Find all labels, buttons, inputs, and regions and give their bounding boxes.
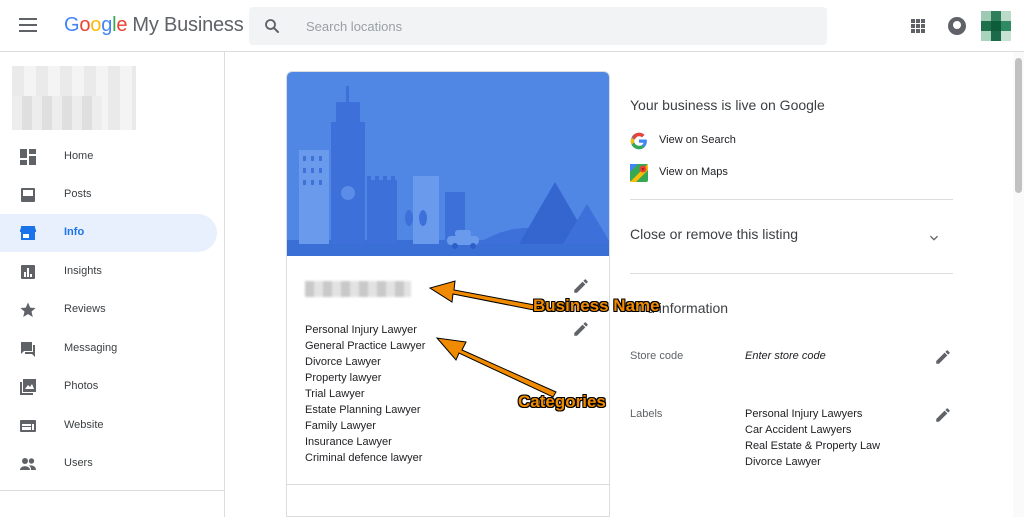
view-on-maps-link[interactable]: View on Maps [630, 163, 760, 183]
sidebar-item-messaging[interactable]: Messaging [0, 330, 217, 368]
category-item: General Practice Lawyer [305, 340, 426, 352]
store-code-label: Store code [630, 350, 684, 362]
sidebar-item-info[interactable]: Info [0, 214, 217, 252]
view-on-search-label: View on Search [659, 134, 736, 146]
close-or-remove-listing[interactable]: Close or remove this listing [630, 226, 798, 242]
category-item: Divorce Lawyer [305, 356, 381, 368]
sidebar-item-label: Website [64, 419, 104, 431]
label-item: Car Accident Lawyers [745, 424, 852, 436]
sidebar-item-photos[interactable]: Photos [0, 368, 217, 406]
sidebar-item-insights[interactable]: Insights [0, 253, 217, 291]
sidebar-item-reviews[interactable]: Reviews [0, 291, 217, 329]
business-profile-card: Personal Injury Lawyer General Practice … [286, 71, 610, 517]
sidebar-divider [0, 490, 224, 491]
sidebar-item-label: Home [64, 150, 94, 162]
people-icon [20, 458, 36, 470]
page-scrollbar[interactable] [1013, 52, 1024, 517]
sidebar-item-home[interactable]: Home [0, 138, 217, 176]
category-item: Property lawyer [305, 372, 382, 384]
category-item: Trial Lawyer [305, 388, 365, 400]
sidebar-item-label: Insights [64, 265, 102, 277]
star-icon [20, 302, 36, 317]
label-item: Real Estate & Property Law [745, 440, 881, 452]
labels-label: Labels [630, 408, 663, 420]
sidebar-item-label: Users [64, 457, 93, 469]
sidebar-item-label: Messaging [64, 342, 118, 354]
category-item: Family Lawyer [305, 420, 376, 432]
edit-store-code-pencil-icon[interactable] [934, 348, 952, 366]
sidebar: Home Posts Info Insights Reviews Messagi… [0, 52, 225, 517]
sidebar-item-label: Photos [64, 380, 99, 392]
search-icon [265, 19, 279, 33]
posts-icon [21, 188, 35, 202]
google-my-business-logo[interactable]: Google My Business [64, 14, 244, 37]
sidebar-item-label: Info [64, 226, 85, 238]
edit-labels-pencil-icon[interactable] [934, 406, 952, 424]
label-item: Personal Injury Lawyers [745, 408, 863, 420]
sidebar-item-label: Posts [64, 188, 92, 200]
label-item: Divorce Lawyer [745, 456, 821, 468]
google-maps-icon [630, 164, 648, 182]
blurred-business-name [305, 281, 411, 297]
notifications-icon[interactable] [948, 17, 966, 35]
business-name-annotation: Business Name [533, 296, 660, 315]
edit-categories-pencil-icon[interactable] [572, 320, 590, 338]
chat-icon [21, 342, 35, 357]
business-live-title: Your business is live on Google [630, 97, 825, 113]
blurred-business-info [12, 66, 136, 130]
section-divider [630, 273, 953, 274]
card-divider [287, 484, 609, 485]
hero-city-illustration [287, 72, 609, 256]
business-categories-list[interactable]: Personal Injury Lawyer General Practice … [305, 322, 425, 466]
category-item: Estate Planning Lawyer [305, 404, 421, 416]
top-app-bar: Google My Business [0, 0, 1024, 52]
product-name: My Business [132, 14, 244, 36]
category-item: Personal Injury Lawyer [305, 324, 417, 336]
search-input[interactable] [306, 7, 806, 45]
edit-business-name-pencil-icon[interactable] [572, 277, 590, 295]
bar-chart-icon [21, 265, 35, 279]
category-item: Criminal defence lawyer [305, 452, 423, 464]
photo-icon [20, 379, 36, 395]
menu-icon[interactable] [19, 18, 37, 32]
section-divider [630, 199, 953, 200]
web-icon [20, 420, 36, 432]
chevron-down-icon[interactable] [926, 230, 942, 246]
apps-grid-icon[interactable] [911, 19, 925, 33]
sidebar-item-users[interactable]: Users [0, 445, 217, 483]
view-on-search-link[interactable]: View on Search [630, 131, 760, 151]
dashboard-icon [20, 149, 36, 165]
scrollbar-thumb[interactable] [1015, 58, 1022, 193]
sidebar-item-website[interactable]: Website [0, 407, 217, 445]
storefront-icon [20, 226, 36, 240]
account-avatar[interactable] [981, 11, 1011, 41]
category-item: Insurance Lawyer [305, 436, 392, 448]
sidebar-item-posts[interactable]: Posts [0, 176, 217, 214]
categories-annotation: Categories [518, 392, 606, 411]
labels-list[interactable]: Personal Injury Lawyers Car Accident Law… [745, 406, 880, 470]
google-g-icon [630, 132, 647, 150]
sidebar-item-label: Reviews [64, 303, 106, 315]
view-on-maps-label: View on Maps [659, 166, 728, 178]
store-code-value[interactable]: Enter store code [745, 350, 826, 362]
search-bar[interactable] [249, 7, 827, 45]
